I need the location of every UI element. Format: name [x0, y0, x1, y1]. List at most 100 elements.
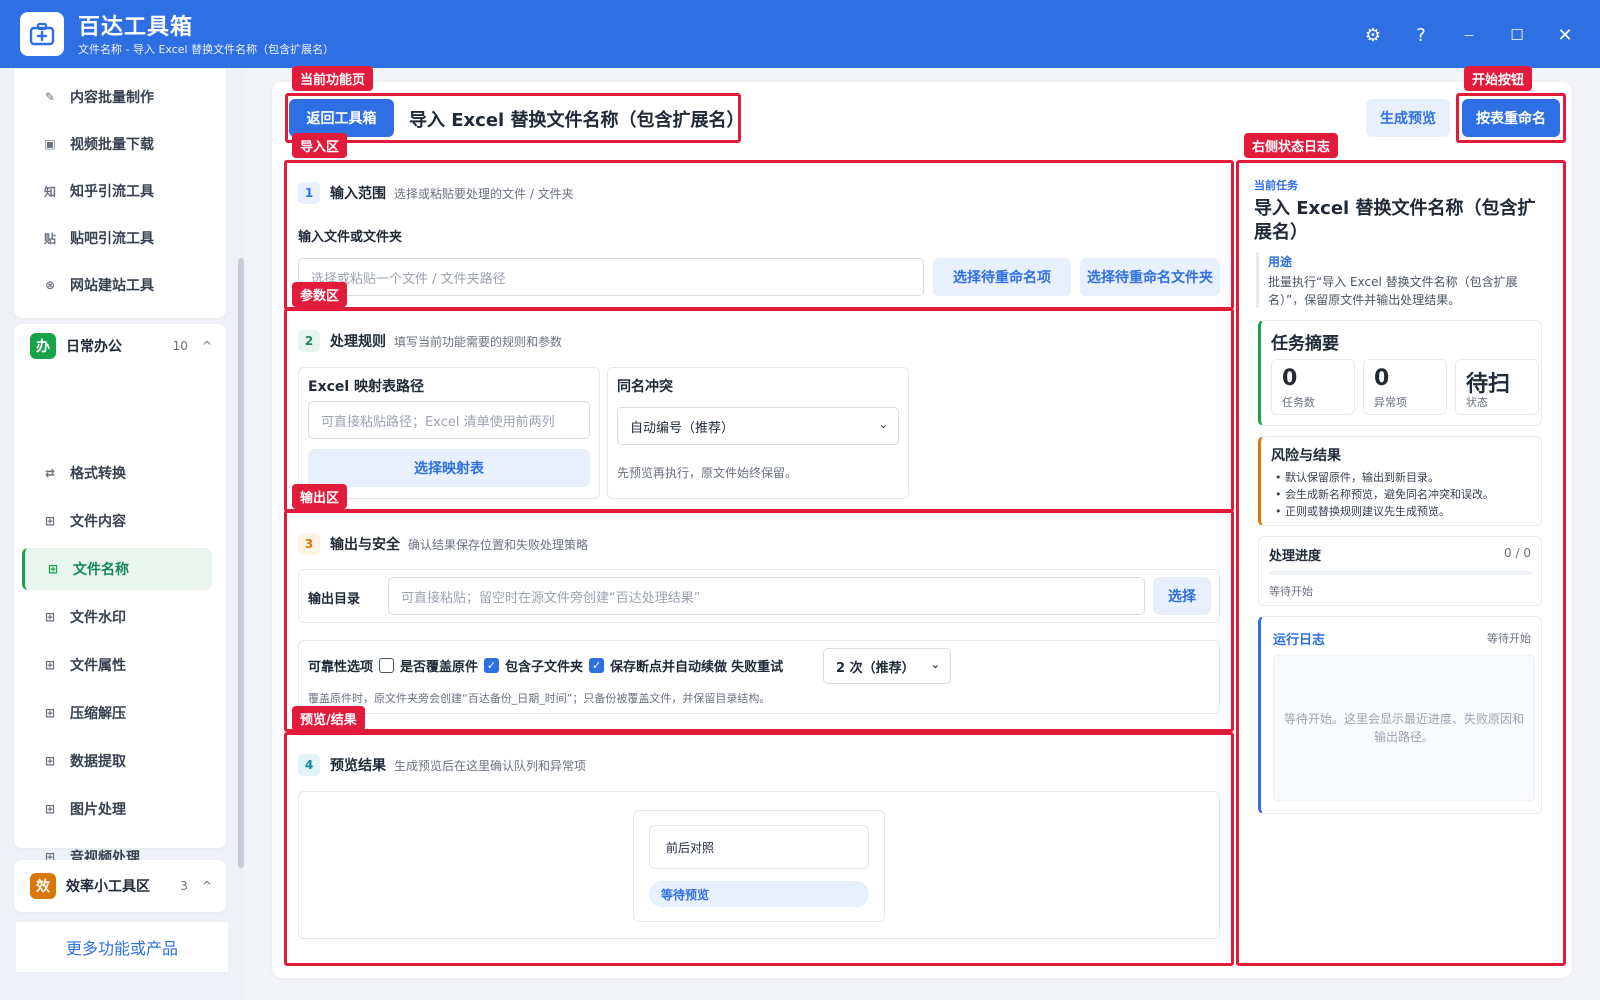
input-field-label: 输入文件或文件夹 — [298, 230, 403, 245]
conflict-label: 同名冲突 — [617, 379, 673, 395]
resume-label: 保存断点并自动续做 — [610, 660, 728, 675]
risk-result-card: 风险与结果 • 默认保留原件，输出到新目录。 • 会生成新名称预览，避免同名冲突… — [1258, 436, 1542, 526]
group-count: 3 — [180, 879, 188, 893]
log-output-area[interactable]: 等待开始。这里会显示最近进度、失败原因和输出路径。 — [1273, 655, 1535, 801]
section-desc: 选择或粘贴要处理的文件 / 文件夹 — [394, 186, 574, 201]
sidebar-item-file-attributes[interactable]: ⊞ 文件属性 — [22, 644, 212, 686]
sidebar-group-office-header[interactable]: 办 日常办公 10 ^ — [14, 324, 226, 368]
overwrite-label: 是否覆盖原件 — [400, 660, 479, 675]
purpose-label: 用途 — [1268, 255, 1293, 269]
sidebar-item-video-download[interactable]: ▣ 视频批量下载 — [22, 123, 212, 165]
stat-key: 异常项 — [1374, 396, 1407, 409]
annotation-tag-current-page: 当前功能页 — [292, 66, 374, 91]
edit-icon: ✎ — [44, 90, 56, 104]
title-bar: 百达工具箱 文件名称 - 导入 Excel 替换文件名称（包含扩展名） ⚙ ? … — [0, 0, 1600, 68]
sidebar-item-tieba[interactable]: 贴 贴吧引流工具 — [22, 217, 212, 259]
grid-icon: ⊞ — [44, 802, 56, 816]
log-status: 等待开始 — [1487, 632, 1531, 645]
settings-gear-icon[interactable]: ⚙ — [1360, 22, 1386, 48]
close-icon[interactable]: ✕ — [1552, 22, 1578, 48]
input-path-field[interactable]: 选择或粘贴一个文件 / 文件夹路径 — [298, 258, 924, 296]
sidebar-item-label: 文件内容 — [70, 514, 126, 530]
run-log-card: 运行日志 等待开始 等待开始。这里会显示最近进度、失败原因和输出路径。 — [1258, 616, 1542, 814]
sidebar-item-image-process[interactable]: ⊞ 图片处理 — [22, 788, 212, 830]
excel-path-input[interactable]: 可直接粘贴路径；Excel 清单使用前两列 — [308, 401, 590, 439]
website-icon: ⊗ — [44, 278, 56, 292]
grid-icon: ⊞ — [47, 562, 59, 576]
conflict-select[interactable]: 自动编号（推荐） ⌄ — [617, 407, 899, 445]
maximize-icon[interactable]: ☐ — [1504, 22, 1530, 48]
select-items-button[interactable]: 选择待重命名项 — [933, 258, 1071, 296]
sidebar-item-label: 压缩解压 — [70, 706, 126, 722]
help-icon[interactable]: ? — [1408, 22, 1434, 48]
sidebar-item-format-convert[interactable]: ⇄ 格式转换 — [22, 452, 212, 494]
generate-preview-button[interactable]: 生成预览 — [1366, 99, 1450, 137]
sidebar-item-file-watermark[interactable]: ⊞ 文件水印 — [22, 596, 212, 638]
annotation-tag-output: 输出区 — [292, 484, 348, 509]
chevron-down-icon: ⌄ — [878, 418, 888, 431]
sidebar-group-efficiency-header[interactable]: 效 效率小工具区 3 ^ — [14, 864, 226, 908]
sidebar-item-label: 网站建站工具 — [70, 278, 154, 294]
sidebar-item-content-batch[interactable]: ✎ 内容批量制作 — [22, 76, 212, 118]
sidebar-item-zhihu[interactable]: 知 知乎引流工具 — [22, 170, 212, 212]
grid-icon: ⊞ — [44, 658, 56, 672]
page-title: 导入 Excel 替换文件名称（包含扩展名） — [409, 110, 745, 131]
sidebar-scrollbar[interactable] — [238, 258, 244, 868]
efficiency-badge: 效 — [30, 873, 56, 899]
stat-key: 状态 — [1466, 396, 1488, 409]
progress-card: 处理进度 0 / 0 等待开始 — [1258, 536, 1542, 606]
before-after-compare: 前后对照 — [649, 825, 869, 869]
section-desc: 填写当前功能需要的规则和参数 — [394, 334, 563, 349]
sidebar-item-file-content[interactable]: ⊞ 文件内容 — [22, 500, 212, 542]
sidebar-item-file-name[interactable]: ⊞ 文件名称 — [22, 548, 212, 590]
section-desc: 确认结果保存位置和失败处理策略 — [408, 537, 589, 552]
back-to-toolbox-button[interactable]: 返回工具箱 — [289, 99, 394, 137]
progress-count: 0 / 0 — [1504, 546, 1531, 560]
current-task-title: 导入 Excel 替换文件名称（包含扩展名） — [1254, 198, 1536, 243]
excel-path-label: Excel 映射表路径 — [308, 379, 425, 395]
sidebar-item-label: 贴吧引流工具 — [70, 231, 154, 247]
section-name: 输出与安全 — [330, 537, 400, 553]
more-products-link[interactable]: 更多功能或产品 — [16, 922, 228, 972]
progress-title: 处理进度 — [1269, 549, 1322, 564]
task-summary-card: 任务摘要 0 任务数 0 异常项 待扫 状态 — [1258, 320, 1542, 426]
section-output-title: 3 输出与安全 确认结果保存位置和失败处理策略 — [298, 533, 588, 555]
reliability-options-row: 可靠性选项 是否覆盖原件 ✓ 包含子文件夹 ✓ 保存断点并自动续做 失败重试 — [308, 656, 783, 675]
sidebar-item-website[interactable]: ⊗ 网站建站工具 — [22, 264, 212, 306]
risk-list: • 默认保留原件，输出到新目录。 • 会生成新名称预览，避免同名冲突和误改。 •… — [1275, 469, 1494, 520]
section-number: 3 — [298, 533, 320, 555]
risk-title: 风险与结果 — [1271, 448, 1341, 464]
retry-label: 失败重试 — [731, 660, 784, 675]
subfolders-checkbox[interactable]: ✓ — [484, 658, 500, 673]
sidebar-item-compress[interactable]: ⊞ 压缩解压 — [22, 692, 212, 734]
select-folder-button[interactable]: 选择待重命名文件夹 — [1080, 258, 1220, 296]
annotation-tag-start-button: 开始按钮 — [1464, 66, 1533, 91]
group-name: 日常办公 — [66, 339, 122, 355]
retry-select-value: 2 次（推荐） — [836, 660, 915, 676]
overwrite-checkbox[interactable] — [379, 658, 395, 673]
compare-label: 前后对照 — [666, 840, 715, 855]
section-preview-title: 4 预览结果 生成预览后在这里确认队列和异常项 — [298, 754, 586, 776]
sidebar-item-label: 文件属性 — [70, 658, 126, 674]
progress-bar — [1269, 571, 1533, 575]
group-count: 10 — [172, 339, 188, 353]
section-number: 1 — [298, 182, 320, 204]
reliability-label: 可靠性选项 — [308, 660, 374, 675]
subfolders-label: 包含子文件夹 — [505, 660, 584, 675]
sidebar-item-data-extract[interactable]: ⊞ 数据提取 — [22, 740, 212, 782]
stat-error-count: 0 异常项 — [1363, 359, 1447, 415]
retry-select[interactable]: 2 次（推荐） ⌄ — [823, 648, 951, 684]
sidebar-item-label: 图片处理 — [70, 802, 126, 818]
risk-item: • 正则或替换规则建议先生成预览。 — [1275, 505, 1450, 518]
resume-checkbox[interactable]: ✓ — [589, 658, 605, 673]
convert-icon: ⇄ — [44, 466, 56, 480]
select-output-button[interactable]: 选择 — [1153, 577, 1211, 615]
app-title: 百达工具箱 — [78, 15, 194, 40]
select-mapping-button[interactable]: 选择映射表 — [308, 449, 590, 487]
rename-by-table-button[interactable]: 按表重命名 — [1462, 99, 1560, 137]
purpose-text: 批量执行“导入 Excel 替换文件名称（包含扩展名）”，保留原文件并输出处理结… — [1268, 275, 1518, 307]
stat-key: 任务数 — [1282, 396, 1315, 409]
zhihu-icon: 知 — [43, 184, 56, 199]
output-dir-input[interactable]: 可直接粘贴；留空时在源文件旁创建“百达处理结果” — [388, 577, 1145, 615]
minimize-icon[interactable]: － — [1456, 22, 1482, 48]
